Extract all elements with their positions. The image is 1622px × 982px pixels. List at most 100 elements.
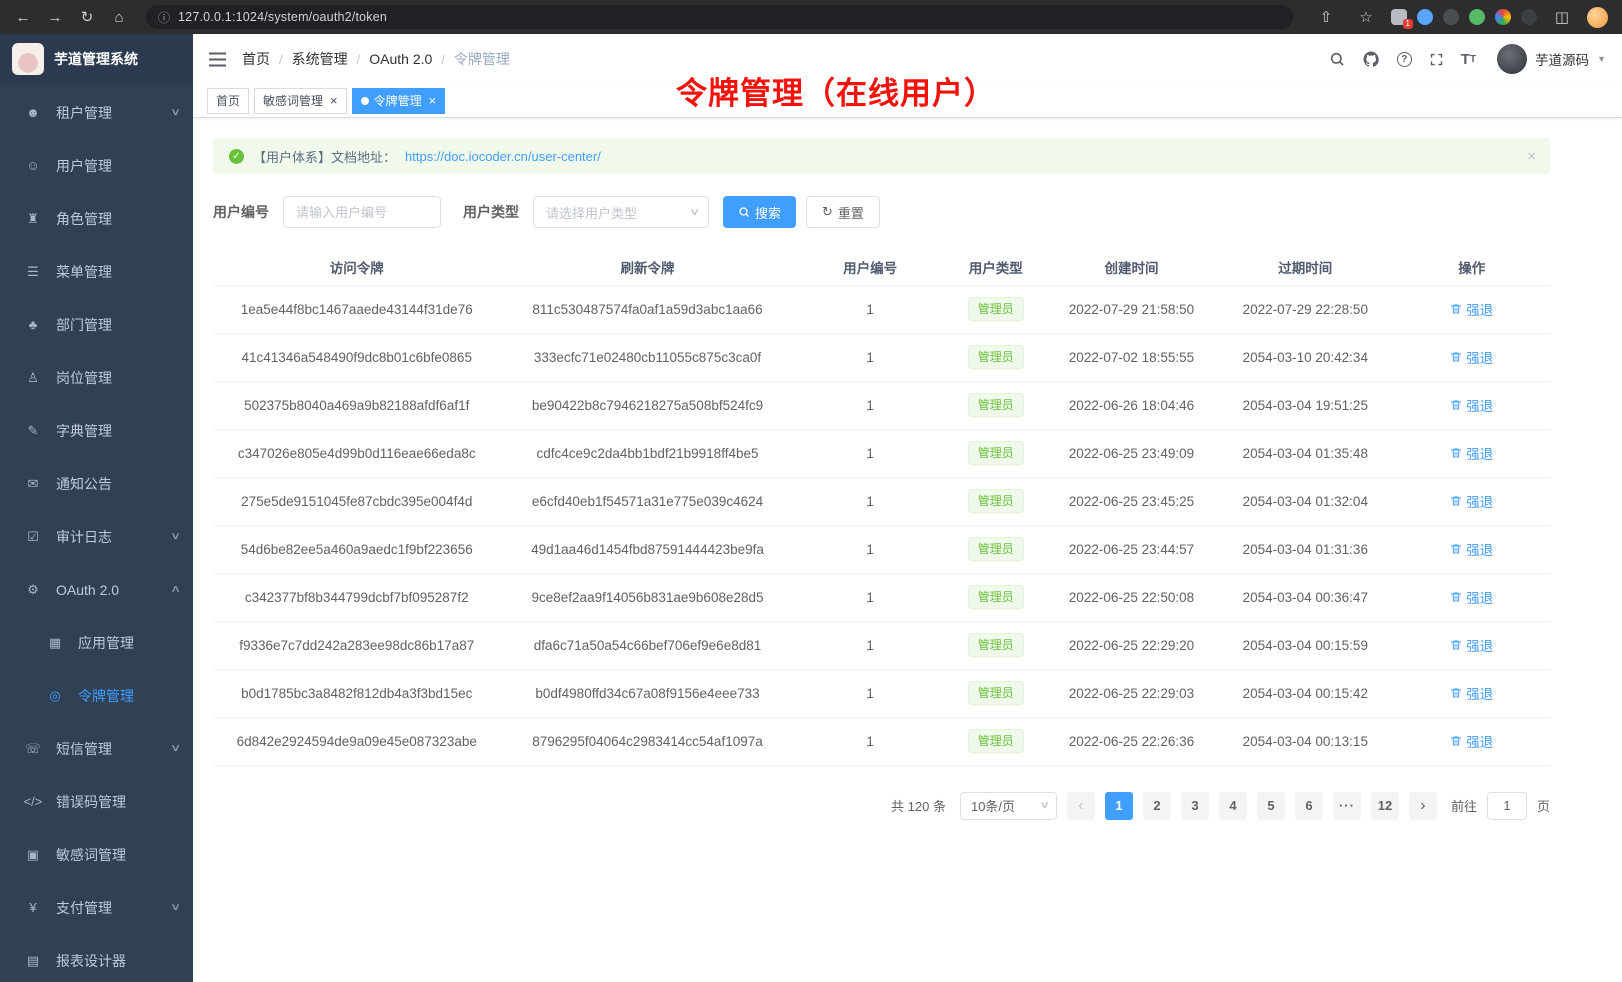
goto-page-input[interactable] bbox=[1487, 792, 1527, 820]
sidebar-item-role[interactable]: ♜角色管理 bbox=[0, 192, 193, 245]
sidebar-item-pay[interactable]: ¥支付管理∨ bbox=[0, 881, 193, 934]
page-button-4[interactable]: 4 bbox=[1219, 792, 1247, 820]
sidebar-item-audit[interactable]: ☑审计日志∨ bbox=[0, 510, 193, 563]
doc-link[interactable]: https://doc.iocoder.cn/user-center/ bbox=[405, 149, 601, 164]
sidebar-item-tenant[interactable]: ☻租户管理∨ bbox=[0, 86, 193, 139]
force-logout-button[interactable]: 强退 bbox=[1450, 299, 1493, 319]
user-id-cell: 1 bbox=[795, 621, 946, 669]
page-button-3[interactable]: 3 bbox=[1181, 792, 1209, 820]
sidebar-item-post[interactable]: ♙岗位管理 bbox=[0, 351, 193, 404]
column-header: 过期时间 bbox=[1217, 250, 1393, 285]
page-size-select[interactable]: 10条/页 ∨ bbox=[960, 792, 1057, 820]
force-logout-button[interactable]: 强退 bbox=[1450, 587, 1493, 607]
breadcrumb-item[interactable]: 系统管理 bbox=[292, 49, 348, 69]
help-icon[interactable]: ? bbox=[1397, 52, 1412, 67]
user-id-cell: 1 bbox=[795, 477, 946, 525]
home-icon[interactable]: ⌂ bbox=[104, 3, 134, 31]
prev-page-button[interactable]: ‹ bbox=[1067, 792, 1095, 820]
share-icon[interactable]: ⇧ bbox=[1311, 3, 1341, 31]
breadcrumb-item[interactable]: OAuth 2.0 bbox=[369, 51, 432, 67]
sidebar-item-menu[interactable]: ☰菜单管理 bbox=[0, 245, 193, 298]
extension-icon-4[interactable] bbox=[1469, 9, 1485, 25]
sidebar-item-report[interactable]: ▤报表设计器 bbox=[0, 934, 193, 982]
fullscreen-icon[interactable] bbox=[1429, 52, 1444, 67]
force-logout-label: 强退 bbox=[1466, 491, 1493, 511]
forward-icon[interactable]: → bbox=[40, 3, 70, 31]
alert-close-icon[interactable]: × bbox=[1527, 148, 1536, 165]
user-menu[interactable]: 芋道源码 ▼ bbox=[1497, 44, 1606, 74]
sidebar-item-errcode[interactable]: </>错误码管理 bbox=[0, 775, 193, 828]
extension-icon-3[interactable] bbox=[1443, 9, 1459, 25]
force-logout-button[interactable]: 强退 bbox=[1450, 443, 1493, 463]
report-icon: ▤ bbox=[22, 953, 44, 969]
reset-button[interactable]: ↻ 重置 bbox=[806, 196, 880, 228]
split-view-icon[interactable]: ◫ bbox=[1547, 3, 1577, 31]
refresh-token-cell: dfa6c71a50a54c66bef706ef9e6e8d81 bbox=[500, 621, 794, 669]
sidebar-item-notice[interactable]: ✉通知公告 bbox=[0, 457, 193, 510]
user-type-cell: 管理员 bbox=[946, 333, 1046, 381]
sidebar-item-label: 敏感词管理 bbox=[56, 845, 126, 865]
page-button-1[interactable]: 1 bbox=[1105, 792, 1133, 820]
sidebar-item-label: 用户管理 bbox=[56, 156, 112, 176]
breadcrumb-separator: / bbox=[357, 52, 361, 67]
page-button-2[interactable]: 2 bbox=[1143, 792, 1171, 820]
page-button-12[interactable]: 12 bbox=[1371, 792, 1399, 820]
font-size-icon[interactable]: TT bbox=[1461, 51, 1476, 68]
sidebar-item-label: 角色管理 bbox=[56, 209, 112, 229]
extension-icon-1[interactable]: 1 bbox=[1391, 9, 1407, 25]
sidebar-item-sms[interactable]: ☏短信管理∨ bbox=[0, 722, 193, 775]
tab-close-icon[interactable]: × bbox=[429, 94, 437, 107]
next-page-button[interactable]: › bbox=[1409, 792, 1437, 820]
reload-icon[interactable]: ↻ bbox=[72, 3, 102, 31]
search-icon[interactable] bbox=[1329, 51, 1345, 67]
extensions-puzzle-icon[interactable] bbox=[1521, 9, 1537, 25]
force-logout-button[interactable]: 强退 bbox=[1450, 731, 1493, 751]
browser-profile-avatar[interactable] bbox=[1587, 7, 1608, 28]
sidebar-item-dept[interactable]: ♣部门管理 bbox=[0, 298, 193, 351]
user-type-tag: 管理员 bbox=[968, 633, 1024, 657]
tab-close-icon[interactable]: × bbox=[330, 94, 338, 107]
sidebar-item-token[interactable]: ◎令牌管理 bbox=[0, 669, 193, 722]
sidebar-item-oauth[interactable]: ⚙OAuth 2.0∧ bbox=[0, 563, 193, 616]
extension-icon-5[interactable] bbox=[1495, 9, 1511, 25]
force-logout-label: 强退 bbox=[1466, 395, 1493, 415]
sidebar-item-user[interactable]: ☺用户管理 bbox=[0, 139, 193, 192]
chevron-up-icon: ∧ bbox=[170, 584, 181, 595]
tab-2[interactable]: 敏感词管理× bbox=[254, 88, 347, 114]
github-icon[interactable] bbox=[1362, 50, 1380, 68]
action-cell: 强退 bbox=[1394, 285, 1550, 333]
back-icon[interactable]: ← bbox=[8, 3, 38, 31]
breadcrumb-item[interactable]: 首页 bbox=[242, 49, 270, 69]
force-logout-button[interactable]: 强退 bbox=[1450, 635, 1493, 655]
user-type-select[interactable]: 请选择用户类型 ∨ bbox=[533, 196, 709, 228]
address-bar[interactable]: ⓘ 127.0.0.1:1024/system/oauth2/token bbox=[146, 5, 1293, 29]
delete-icon bbox=[1450, 735, 1462, 747]
site-info-icon[interactable]: ⓘ bbox=[158, 9, 170, 26]
action-cell: 强退 bbox=[1394, 381, 1550, 429]
page-button-6[interactable]: 6 bbox=[1295, 792, 1323, 820]
extension-icon-2[interactable] bbox=[1417, 9, 1433, 25]
tab-1[interactable]: 首页 bbox=[207, 88, 249, 114]
bookmark-star-icon[interactable]: ☆ bbox=[1351, 3, 1381, 31]
app-logo[interactable]: 芋道管理系统 bbox=[0, 34, 193, 84]
sidebar-item-label: 岗位管理 bbox=[56, 368, 112, 388]
page-button-5[interactable]: 5 bbox=[1257, 792, 1285, 820]
column-header: 操作 bbox=[1394, 250, 1550, 285]
force-logout-button[interactable]: 强退 bbox=[1450, 683, 1493, 703]
force-logout-button[interactable]: 强退 bbox=[1450, 491, 1493, 511]
force-logout-button[interactable]: 强退 bbox=[1450, 395, 1493, 415]
sidebar-item-label: 菜单管理 bbox=[56, 262, 112, 282]
user-id-input[interactable] bbox=[283, 196, 441, 228]
sidebar-item-dict[interactable]: ✎字典管理 bbox=[0, 404, 193, 457]
sms-icon: ☏ bbox=[22, 741, 44, 757]
table-row: f9336e7c7dd242a283ee98dc86b17a87dfa6c71a… bbox=[213, 621, 1550, 669]
collapse-sidebar-icon[interactable] bbox=[209, 52, 226, 67]
force-logout-button[interactable]: 强退 bbox=[1450, 347, 1493, 367]
tab-3[interactable]: 令牌管理× bbox=[352, 88, 446, 114]
force-logout-button[interactable]: 强退 bbox=[1450, 539, 1493, 559]
expire-time-cell: 2054-03-04 00:15:42 bbox=[1217, 669, 1393, 717]
search-button[interactable]: 搜索 bbox=[723, 196, 796, 228]
sidebar-item-sensitive[interactable]: ▣敏感词管理 bbox=[0, 828, 193, 881]
sidebar-item-app[interactable]: ▦应用管理 bbox=[0, 616, 193, 669]
page-ellipsis[interactable]: ··· bbox=[1333, 792, 1361, 820]
